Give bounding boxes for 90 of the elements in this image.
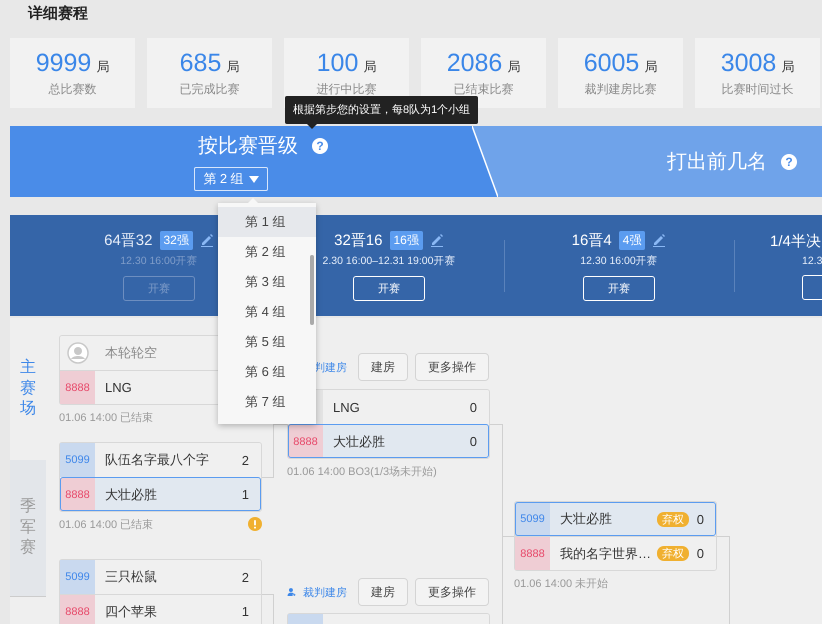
team-score: 0 bbox=[470, 400, 477, 414]
mode-label: 打出前几名 bbox=[667, 150, 767, 175]
team-row[interactable]: 5099 大壮必胜 弃权 0 bbox=[515, 502, 716, 536]
stat-label: 进行中比赛 bbox=[316, 80, 376, 98]
match-status: 01.06 14:00 已结束 bbox=[59, 518, 154, 532]
match-status: 01.06 14:00 BO3(1/3场未开始) bbox=[287, 464, 437, 478]
seed-number: 8888 bbox=[520, 548, 545, 560]
stat-value: 3008 bbox=[720, 48, 776, 78]
start-button[interactable]: 开赛 bbox=[583, 276, 655, 300]
avatar-icon bbox=[66, 342, 88, 364]
team-row[interactable]: 8888 大壮必胜 0 bbox=[288, 424, 489, 458]
team-row[interactable]: 5099 队伍名字最八个字 2 bbox=[60, 443, 261, 477]
round-title: 16晋4 bbox=[572, 230, 612, 250]
warning-icon[interactable] bbox=[248, 517, 262, 531]
page-title: 详细赛程 bbox=[28, 4, 88, 23]
team-score: 0 bbox=[696, 546, 704, 561]
seed-number: 8888 bbox=[293, 436, 318, 448]
pencil-icon[interactable] bbox=[430, 233, 444, 247]
stat-unit: 局 bbox=[781, 58, 794, 76]
stat-value: 685 bbox=[180, 48, 222, 78]
seed-number: 5099 bbox=[520, 513, 545, 525]
team-name: 大壮必胜 bbox=[333, 432, 386, 450]
action-button[interactable]: 更多操作 bbox=[415, 578, 489, 606]
team-score: 1 bbox=[242, 604, 249, 619]
stat-unit: 局 bbox=[644, 58, 658, 76]
stat-value: 9999 bbox=[36, 48, 92, 78]
action-button[interactable]: 更多操作 bbox=[415, 353, 489, 381]
dropdown-option[interactable]: 第 5 组 bbox=[218, 327, 316, 357]
tooltip: 根据第步您的设置，每8队为1个小组 bbox=[285, 96, 478, 124]
team-name: 本轮轮空 bbox=[105, 344, 158, 362]
match-status: 01.06 14:00 已结束 bbox=[59, 410, 154, 424]
pencil-icon[interactable] bbox=[652, 233, 666, 247]
team-name: LNG bbox=[333, 400, 361, 414]
team-score: 2 bbox=[242, 452, 249, 468]
stat-unit: 局 bbox=[226, 58, 240, 76]
team-name: 我的名字世界… bbox=[560, 544, 652, 562]
stat-label: 总比赛数 bbox=[48, 80, 96, 98]
stat-unit: 局 bbox=[96, 58, 110, 76]
stat-label: 已完成比赛 bbox=[180, 80, 240, 98]
forfeit-badge: 弃权 bbox=[656, 512, 689, 526]
round-time: 12.30 16:00开赛 bbox=[580, 254, 658, 268]
stat-label: 比赛时间过长 bbox=[722, 80, 794, 98]
seed-number: 8888 bbox=[65, 382, 90, 394]
team-score: 0 bbox=[470, 434, 477, 449]
round-title: 64晋32 bbox=[104, 230, 152, 250]
team-score: 1 bbox=[242, 487, 249, 502]
round-title: 32晋16 bbox=[334, 230, 382, 250]
stat-unit: 局 bbox=[363, 58, 376, 76]
seed-number: 8888 bbox=[65, 606, 90, 618]
tooltip-pointer bbox=[307, 124, 317, 129]
match-status: 01.06 14:00 未开始 bbox=[514, 576, 608, 590]
round-badge: 16强 bbox=[390, 230, 423, 250]
team-score: 0 bbox=[696, 512, 704, 526]
action-button[interactable]: 建房 bbox=[358, 353, 408, 381]
team-name: 队伍名字最八个字 bbox=[105, 451, 210, 469]
team-name: 大壮必胜 bbox=[105, 486, 158, 504]
start-button[interactable]: 开赛 bbox=[353, 276, 425, 300]
round-badge: 32强 bbox=[160, 230, 193, 250]
scrollbar-thumb[interactable] bbox=[310, 255, 314, 325]
dropdown-option[interactable]: 第 2 组 bbox=[218, 237, 316, 267]
team-score: 2 bbox=[242, 570, 249, 584]
seed-number: 5099 bbox=[65, 454, 90, 466]
team-name: LNG bbox=[105, 380, 133, 395]
dropdown-option[interactable]: 第 4 组 bbox=[218, 297, 316, 327]
seed-number: 8888 bbox=[65, 488, 90, 500]
stat-label: 裁判建房比赛 bbox=[584, 80, 656, 98]
round-time: 2.30 16:00–12.31 19:00开赛 bbox=[322, 254, 456, 268]
stat-value: 2086 bbox=[446, 48, 502, 78]
stat-value: 6005 bbox=[584, 48, 640, 78]
round-badge: 4强 bbox=[618, 230, 646, 250]
stat-value: 100 bbox=[316, 48, 358, 78]
team-row[interactable]: 5099 三只松鼠 2 bbox=[60, 560, 261, 594]
team-name: 四个苹果 bbox=[105, 602, 158, 620]
action-button[interactable]: 建房 bbox=[358, 578, 408, 606]
dropdown-option[interactable]: 第 1 组 bbox=[218, 207, 316, 237]
team-row[interactable]: 8888 大壮必胜 1 bbox=[60, 477, 261, 511]
team-name: 大壮必胜 bbox=[560, 510, 613, 528]
team-row[interactable]: 8888 四个苹果 1 bbox=[60, 594, 261, 624]
team-row[interactable]: 8888 我的名字世界… 弃权 0 bbox=[515, 536, 716, 570]
caret-icon bbox=[248, 176, 259, 182]
stat-unit: 局 bbox=[507, 58, 520, 76]
seed-number: 5099 bbox=[65, 571, 90, 583]
round-time: 12.3 bbox=[801, 254, 822, 266]
round-time: 12.30 16:00开赛 bbox=[120, 254, 198, 268]
forfeit-badge: 弃权 bbox=[656, 546, 689, 561]
dropdown-option[interactable]: 第 3 组 bbox=[218, 267, 316, 297]
stat-label: 已结束比赛 bbox=[454, 80, 514, 98]
mode-label: 按比赛晋级 bbox=[198, 134, 298, 159]
round-title: 1/4半决 bbox=[770, 232, 821, 250]
team-name: 三只松鼠 bbox=[105, 568, 158, 586]
